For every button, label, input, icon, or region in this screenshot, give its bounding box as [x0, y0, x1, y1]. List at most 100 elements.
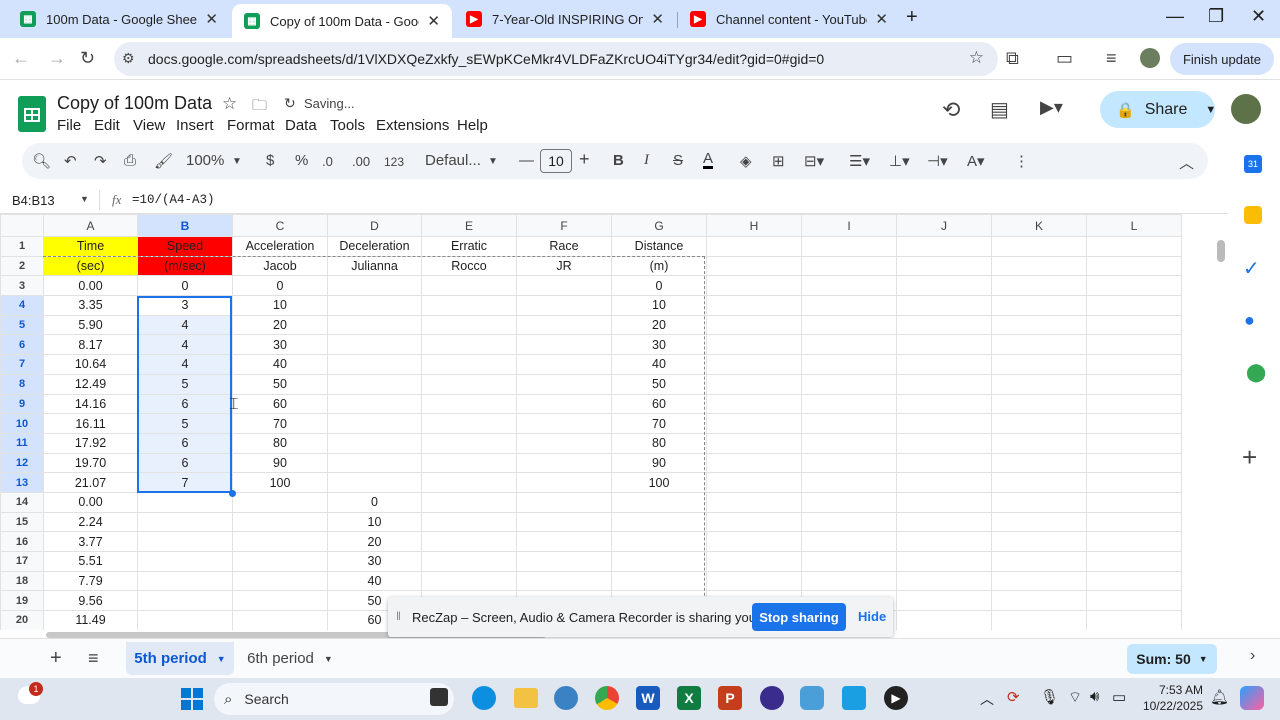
column-header[interactable]: B	[137, 214, 233, 237]
cell[interactable]: 70	[611, 413, 707, 434]
cell[interactable]	[421, 393, 517, 415]
text-wrap-icon[interactable]: ⊣▾	[927, 152, 948, 170]
file-explorer-icon[interactable]	[514, 688, 538, 708]
sum-indicator[interactable]: Sum: 50 ▼	[1127, 644, 1217, 674]
cell[interactable]: Jacob	[232, 255, 328, 277]
collapse-toolbar-icon[interactable]: ︿	[1179, 152, 1194, 173]
cell[interactable]	[327, 314, 422, 336]
cell[interactable]	[896, 432, 992, 454]
cell[interactable]	[991, 432, 1087, 454]
cell[interactable]	[706, 236, 802, 257]
cell[interactable]	[232, 590, 328, 612]
cell[interactable]	[421, 511, 517, 533]
comments-icon[interactable]: ▤	[990, 97, 1009, 122]
cell[interactable]	[232, 491, 328, 513]
cell[interactable]: 30	[327, 551, 422, 572]
word-icon[interactable]: W	[636, 686, 660, 710]
cell[interactable]	[706, 511, 802, 533]
increase-decimal-button[interactable]: .00	[352, 154, 370, 169]
cell[interactable]	[137, 511, 233, 533]
cell[interactable]: 14.16	[43, 393, 138, 415]
cell[interactable]: 6	[137, 393, 233, 415]
undo-icon[interactable]: ↶	[64, 152, 77, 170]
cell[interactable]	[991, 531, 1087, 552]
cell[interactable]	[421, 334, 517, 356]
cell[interactable]	[421, 354, 517, 375]
cell[interactable]	[896, 511, 992, 533]
cell[interactable]: 0	[611, 275, 707, 297]
cell[interactable]	[232, 570, 328, 592]
explore-icon[interactable]: ›	[1250, 647, 1255, 665]
cell[interactable]	[516, 295, 612, 316]
cell[interactable]	[706, 334, 802, 356]
cell[interactable]: 10	[611, 295, 707, 316]
cell[interactable]	[1086, 354, 1182, 375]
recorder-icon[interactable]: ▶	[884, 686, 908, 710]
cell[interactable]	[991, 255, 1087, 277]
battery-icon[interactable]: ▭	[1112, 688, 1126, 706]
cell[interactable]	[516, 570, 612, 592]
cell[interactable]	[706, 393, 802, 415]
cell[interactable]	[137, 590, 233, 612]
cell[interactable]	[1086, 610, 1182, 630]
bold-button[interactable]: B	[613, 152, 624, 169]
row-header[interactable]: 20	[0, 610, 44, 630]
print-icon[interactable]: ⎙	[124, 152, 136, 169]
cell[interactable]	[801, 413, 897, 434]
cell[interactable]	[137, 491, 233, 513]
cell[interactable]: 4	[137, 354, 233, 375]
row-header[interactable]: 5	[0, 314, 44, 336]
cell[interactable]	[327, 413, 422, 434]
cell[interactable]	[327, 432, 422, 454]
row-header[interactable]: 6	[0, 334, 44, 356]
cell[interactable]	[991, 610, 1087, 630]
browser-tab[interactable]: ▶ 7-Year-Old INSPIRING One Arm ✕	[454, 0, 676, 38]
chevron-down-icon[interactable]: ▼	[1205, 104, 1216, 116]
back-icon[interactable]: ←	[12, 48, 30, 69]
cell[interactable]: Speed	[137, 236, 233, 257]
row-header[interactable]: 16	[0, 531, 44, 552]
row-header[interactable]: 19	[0, 590, 44, 612]
cell[interactable]	[896, 334, 992, 356]
cell[interactable]: 10	[232, 295, 328, 316]
cell[interactable]: (m)	[611, 255, 707, 277]
cell[interactable]	[232, 610, 328, 630]
cell[interactable]	[232, 531, 328, 552]
cell[interactable]: Acceleration	[232, 236, 328, 257]
cell[interactable]: 20	[232, 314, 328, 336]
column-header[interactable]: K	[991, 214, 1087, 237]
cell[interactable]	[706, 354, 802, 375]
cell[interactable]	[1086, 590, 1182, 612]
cell[interactable]: 90	[611, 452, 707, 474]
text-color-button[interactable]: A	[703, 151, 714, 169]
cell[interactable]	[327, 373, 422, 395]
merge-cells-icon[interactable]: ⊟▾	[804, 152, 824, 170]
cell[interactable]	[1086, 551, 1182, 572]
row-header[interactable]: 17	[0, 551, 44, 572]
cell[interactable]: 30	[232, 334, 328, 356]
column-header[interactable]: E	[421, 214, 517, 237]
cell[interactable]	[801, 255, 897, 277]
calendar-icon[interactable]: 31	[1244, 155, 1262, 173]
cell[interactable]	[516, 531, 612, 552]
formula-input[interactable]: =10/(A4-A3)	[132, 193, 215, 207]
cell[interactable]	[706, 551, 802, 572]
select-all-corner[interactable]	[0, 214, 44, 237]
cell[interactable]	[801, 373, 897, 395]
font-select[interactable]: Defaul...	[425, 152, 481, 169]
cell[interactable]	[516, 491, 612, 513]
cell[interactable]	[706, 491, 802, 513]
cell[interactable]	[1086, 511, 1182, 533]
cell[interactable]: Julianna	[327, 255, 422, 277]
menu-file[interactable]: File	[57, 117, 81, 134]
cell[interactable]	[896, 275, 992, 297]
currency-button[interactable]: $	[266, 152, 274, 169]
cell[interactable]	[991, 570, 1087, 592]
cell[interactable]	[896, 472, 992, 493]
copilot-icon[interactable]	[1240, 686, 1264, 710]
cell[interactable]	[327, 452, 422, 474]
reload-icon[interactable]: ↻	[80, 48, 95, 69]
zoom-select[interactable]: 100%	[186, 152, 224, 169]
cell[interactable]: 4	[137, 314, 233, 336]
cell[interactable]: 7.79	[43, 570, 138, 592]
